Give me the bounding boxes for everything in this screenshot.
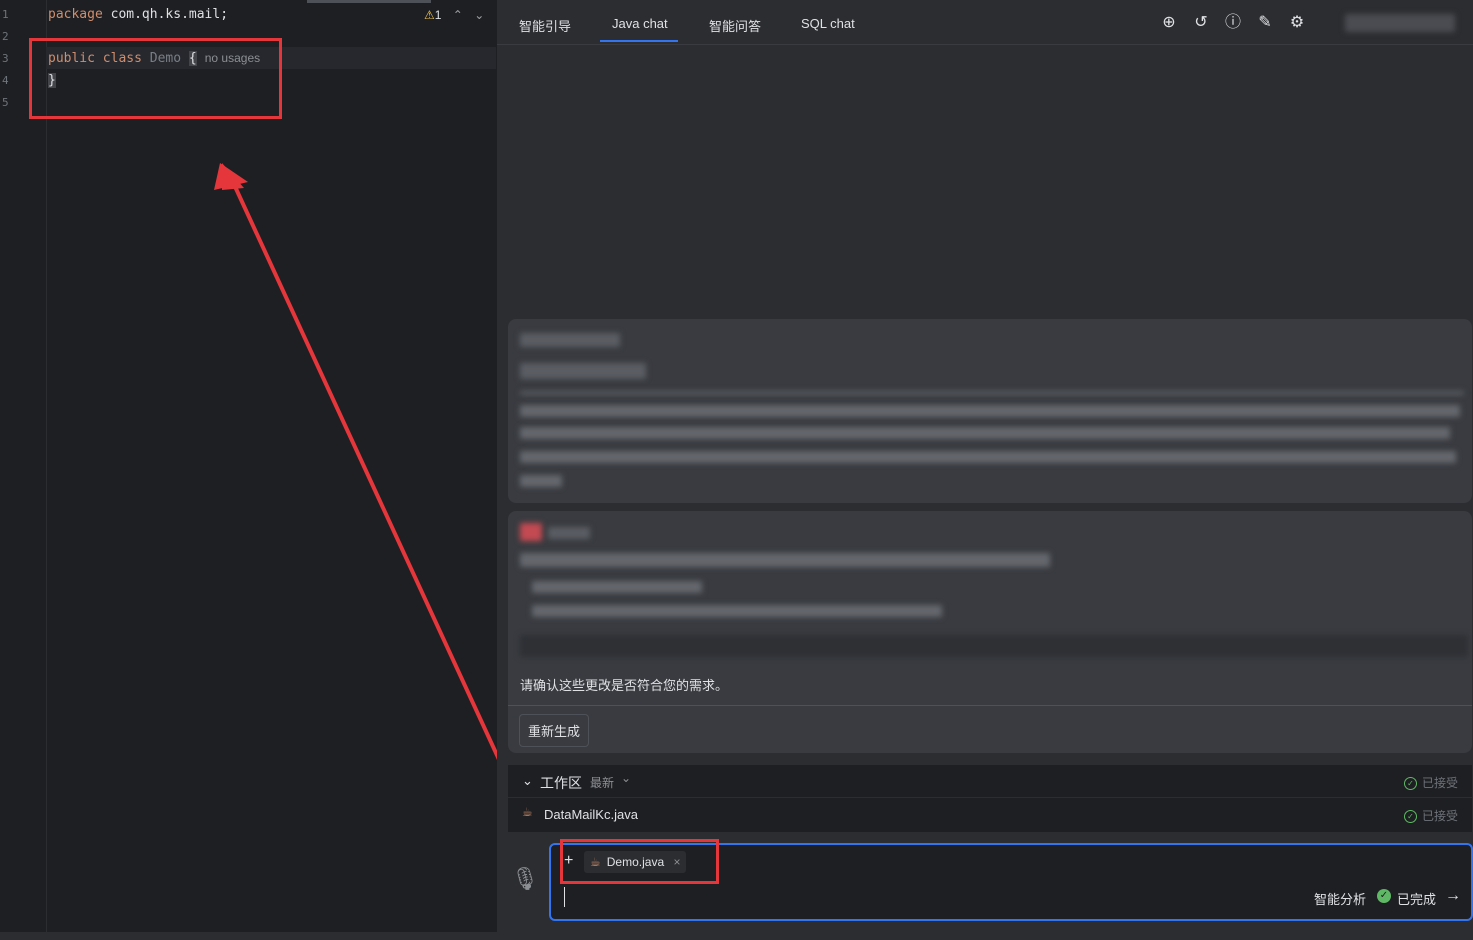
tab-bar: 智能引导 Java chat 智能问答 SQL chat ⊕ ↺ ⓘ ✎ ⚙ <box>497 0 1473 45</box>
code-editor[interactable]: 1 2 3 4 5 package com.qh.ks.mail; public… <box>0 0 539 932</box>
workspace-filter[interactable]: 最新 <box>590 774 614 791</box>
message-text <box>520 553 1050 567</box>
message-text <box>532 581 702 593</box>
history-icon[interactable]: ↺ <box>1191 13 1211 33</box>
message-text <box>532 605 942 617</box>
check-circle-icon: ✓ <box>1377 889 1391 903</box>
tab-sql-chat[interactable]: SQL chat <box>801 16 855 31</box>
text-cursor <box>564 887 565 907</box>
confirm-text: 请确认这些更改是否符合您的需求。 <box>520 678 729 693</box>
status-badge: ✓ 已接受 <box>1403 807 1458 824</box>
add-icon[interactable]: ⊕ <box>1159 13 1179 33</box>
check-circle-icon: ✓ <box>1403 810 1417 824</box>
status-badge: ✓ 已接受 <box>1403 774 1458 791</box>
tab-java-chat[interactable]: Java chat <box>612 16 668 31</box>
username <box>548 527 590 539</box>
settings-icon[interactable]: ⚙ <box>1287 13 1307 33</box>
chat-message: 请确认这些更改是否符合您的需求。 重新生成 <box>508 511 1472 753</box>
message-text <box>520 427 1450 439</box>
divider <box>508 797 1472 798</box>
annotation-box-attachment <box>560 839 719 884</box>
tab-guide[interactable]: 智能引导 <box>519 16 571 35</box>
check-circle-icon: ✓ <box>1403 777 1417 791</box>
avatar <box>520 523 542 541</box>
user-profile[interactable] <box>1345 14 1455 32</box>
active-tab-indicator <box>600 40 678 42</box>
workspace-title[interactable]: 工作区 <box>540 773 582 793</box>
message-text <box>520 475 562 487</box>
workspace-panel: ⌄ 工作区 最新 ⌄ ✓ 已接受 ☕ DataMailKc.java ✓ 已接受 <box>508 765 1472 832</box>
divider <box>520 391 1464 395</box>
chat-message <box>508 319 1472 503</box>
message-text <box>520 405 1460 417</box>
chevron-down-icon[interactable]: ⌄ <box>621 771 631 785</box>
file-name[interactable]: DataMailKc.java <box>544 807 638 822</box>
mode-label[interactable]: 智能分析 <box>1314 889 1366 908</box>
chat-panel: 智能引导 Java chat 智能问答 SQL chat ⊕ ↺ ⓘ ✎ ⚙ 请… <box>497 0 1473 932</box>
status-label: 已完成 <box>1397 892 1437 907</box>
send-icon[interactable]: → <box>1445 887 1461 905</box>
avatar <box>520 333 620 347</box>
file-change-row <box>520 635 1468 657</box>
divider <box>508 705 1472 706</box>
edit-icon[interactable]: ✎ <box>1255 13 1275 33</box>
java-file-icon: ☕ <box>522 805 533 819</box>
file-reference <box>520 363 646 379</box>
tab-qa[interactable]: 智能问答 <box>709 16 761 35</box>
regenerate-button[interactable]: 重新生成 <box>519 714 590 747</box>
status-bar <box>0 932 1473 940</box>
help-icon[interactable]: ⓘ <box>1223 13 1243 33</box>
message-text <box>520 451 1456 463</box>
microphone-icon[interactable]: 🎙 <box>511 866 539 892</box>
chevron-down-icon[interactable]: ⌄ <box>522 773 533 789</box>
